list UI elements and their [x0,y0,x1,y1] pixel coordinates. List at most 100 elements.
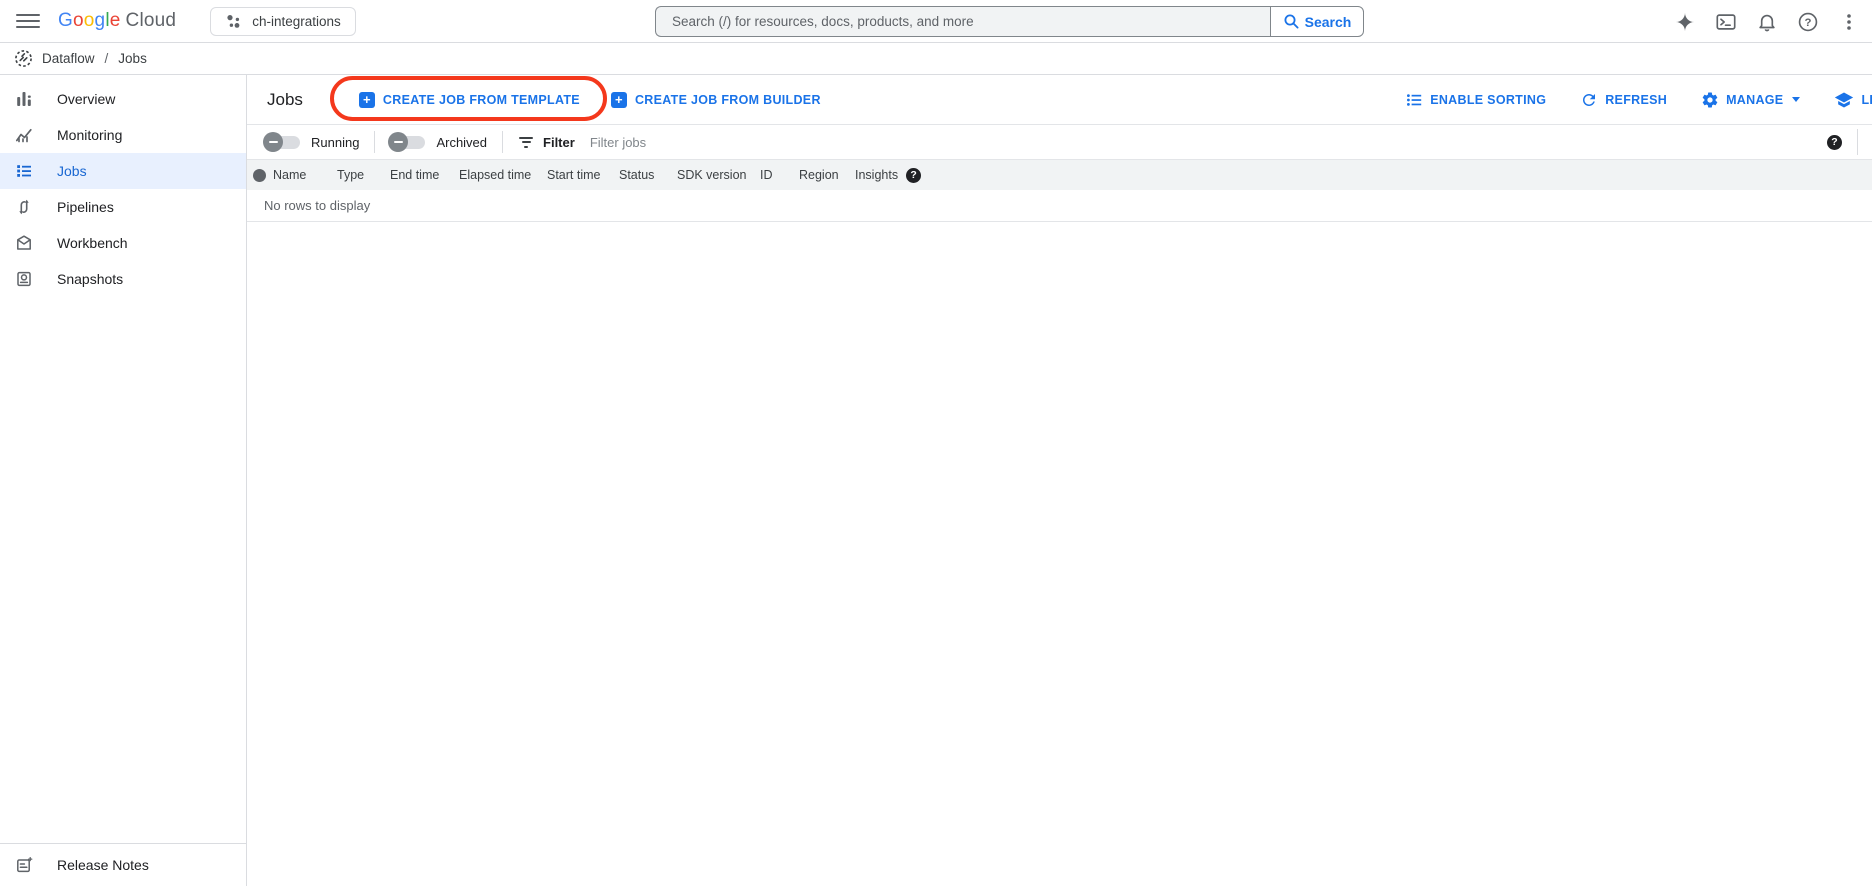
svg-text:?: ? [1805,17,1812,29]
gemini-icon[interactable] [1672,9,1698,35]
divider [502,131,503,153]
column-header-sdk-version[interactable]: SDK version [677,168,760,182]
sidebar-item-label: Jobs [57,163,87,179]
learn-icon [1834,90,1854,110]
empty-table-message: No rows to display [247,190,1872,222]
learn-button[interactable]: LEARN [1834,90,1872,110]
sidebar-item-label: Pipelines [57,199,114,215]
add-icon: + [611,92,627,108]
cloud-shell-icon[interactable] [1713,9,1739,35]
column-header-insights[interactable]: Insights [855,168,921,183]
snapshots-icon [14,269,34,289]
gear-icon [1701,91,1719,109]
column-header-start-time[interactable]: Start time [547,168,619,182]
google-wordmark: Google [58,10,121,32]
search-icon [1283,13,1300,30]
sidebar-item-workbench[interactable]: Workbench [0,225,246,261]
column-header-status[interactable]: Status [619,168,677,182]
sidebar-item-label: Monitoring [57,127,122,143]
sidebar-item-jobs[interactable]: Jobs [0,153,246,189]
search-button-label: Search [1305,14,1352,30]
column-header-name[interactable]: Name [273,168,337,182]
enable-sorting-label: ENABLE SORTING [1430,93,1546,107]
learn-label: LEARN [1861,93,1872,107]
create-job-from-builder-label: CREATE JOB FROM BUILDER [635,93,821,107]
add-icon: + [359,92,375,108]
column-header-region[interactable]: Region [799,168,855,182]
project-name: ch-integrations [252,14,341,29]
chevron-down-icon [1792,97,1800,102]
no-rows-text: No rows to display [264,198,370,213]
filter-help-icon[interactable] [1827,135,1842,150]
filter-label: Filter [543,135,575,150]
release-notes-label: Release Notes [57,857,149,873]
column-header-end-time[interactable]: End time [390,168,459,182]
breadcrumb-separator: / [105,51,109,66]
google-cloud-console: Google Cloud ch-integrations [0,0,1872,886]
jobs-page: Jobs + CREATE JOB FROM TEMPLATE + CREATE… [247,75,1872,886]
breadcrumb: Dataflow / Jobs [0,43,1872,75]
dataflow-icon [14,49,33,68]
status-indicator-column [253,169,273,182]
insights-label: Insights [855,168,898,182]
jobs-list-icon [14,161,34,181]
manage-button[interactable]: MANAGE [1701,91,1800,109]
running-toggle-label: Running [311,135,359,150]
create-job-from-builder-button[interactable]: + CREATE JOB FROM BUILDER [611,92,821,108]
global-search: Search [655,6,1364,37]
main-menu-icon[interactable] [16,9,40,33]
breadcrumb-product[interactable]: Dataflow [42,51,95,66]
column-header-type[interactable]: Type [337,168,390,182]
sidebar-item-release-notes[interactable]: Release Notes [0,843,246,886]
jobs-table-header: Name Type End time Elapsed time Start ti… [247,160,1872,190]
sort-list-icon [1405,91,1423,109]
divider [1857,129,1858,155]
divider [374,131,375,153]
notifications-icon[interactable] [1754,9,1780,35]
archived-toggle[interactable] [390,135,426,150]
filter-funnel-icon [518,135,534,149]
cloud-wordmark: Cloud [126,10,177,32]
filter-jobs-input[interactable] [590,135,890,150]
create-job-from-template-button[interactable]: + CREATE JOB FROM TEMPLATE [359,92,580,108]
project-selector[interactable]: ch-integrations [210,7,356,36]
header-toolbar: ENABLE SORTING REFRESH [1405,90,1872,110]
refresh-button[interactable]: REFRESH [1580,91,1667,109]
enable-sorting-button[interactable]: ENABLE SORTING [1405,91,1546,109]
breadcrumb-page: Jobs [118,51,147,66]
insights-help-icon[interactable] [906,168,921,183]
more-vertical-icon[interactable] [1836,9,1862,35]
status-dot-icon [253,169,266,182]
search-input[interactable] [655,6,1270,37]
manage-label: MANAGE [1726,93,1783,107]
page-title: Jobs [267,90,303,110]
pipelines-icon [14,197,34,217]
project-icon [225,13,242,30]
column-header-elapsed-time[interactable]: Elapsed time [459,168,547,182]
filter-bar: Running Archived Filter [247,125,1872,160]
refresh-icon [1580,91,1598,109]
google-cloud-logo[interactable]: Google Cloud [58,10,176,32]
monitoring-icon [14,125,34,145]
sidebar-item-overview[interactable]: Overview [0,81,246,117]
sidebar-item-monitoring[interactable]: Monitoring [0,117,246,153]
sidebar-item-label: Overview [57,91,115,107]
workbench-icon [14,233,34,253]
create-job-from-template-label: CREATE JOB FROM TEMPLATE [383,93,580,107]
search-button[interactable]: Search [1270,6,1364,37]
sidebar-item-label: Workbench [57,235,128,251]
page-header: Jobs + CREATE JOB FROM TEMPLATE + CREATE… [247,75,1872,125]
dataflow-sidebar: Overview Monitoring [0,75,247,886]
overview-icon [14,89,34,109]
refresh-label: REFRESH [1605,93,1667,107]
running-toggle[interactable] [265,135,301,150]
archived-toggle-label: Archived [436,135,487,150]
sidebar-item-snapshots[interactable]: Snapshots [0,261,246,297]
help-icon[interactable]: ? [1795,9,1821,35]
app-bar-icons: ? [1672,0,1862,43]
sidebar-item-pipelines[interactable]: Pipelines [0,189,246,225]
sidebar-item-label: Snapshots [57,271,123,287]
column-header-id[interactable]: ID [760,168,799,182]
app-bar: Google Cloud ch-integrations [0,0,1872,43]
release-notes-icon [14,855,34,875]
